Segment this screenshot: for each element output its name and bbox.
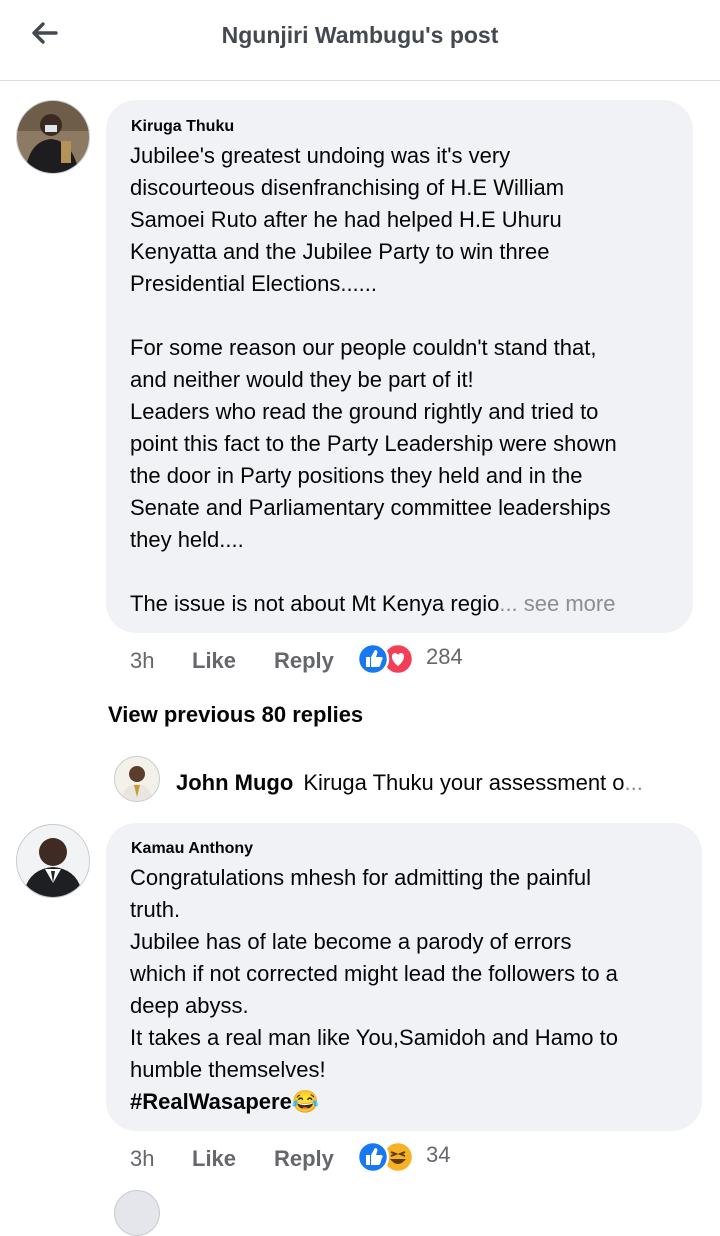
- reply-text: Kiruga Thuku your assessment o: [303, 770, 625, 795]
- comment-body: Congratulations mhesh for admitting the …: [130, 865, 618, 1082]
- comment-body: Jubilee's greatest undoing was it's very…: [130, 143, 617, 616]
- comment-text: Congratulations mhesh for admitting the …: [130, 862, 690, 1118]
- reply-button[interactable]: Reply: [274, 648, 334, 674]
- post-header: Ngunjiri Wambugu's post: [0, 0, 720, 81]
- avatar-kiruga-thuku[interactable]: [16, 100, 90, 174]
- reply-ellipsis: ...: [624, 770, 643, 795]
- comment-time: 3h: [130, 1146, 155, 1171]
- reactions[interactable]: [356, 641, 416, 677]
- avatar-john-mugo[interactable]: [114, 756, 160, 802]
- like-button[interactable]: Like: [192, 1146, 236, 1172]
- reply-author: John Mugo: [176, 770, 294, 795]
- comment-author[interactable]: Kiruga Thuku: [131, 118, 234, 136]
- reply-preview[interactable]: John Mugo Kiruga Thuku your assessment o.…: [176, 770, 643, 796]
- reaction-count: 34: [426, 1142, 451, 1167]
- comment-time: 3h: [130, 648, 155, 673]
- reactions[interactable]: [356, 1139, 416, 1175]
- see-more-link[interactable]: ... see more: [499, 591, 615, 616]
- avatar-kamau-anthony[interactable]: [16, 824, 90, 898]
- hashtag-link[interactable]: #RealWasapere: [130, 1089, 292, 1114]
- view-previous-replies[interactable]: View previous 80 replies: [108, 702, 363, 728]
- laughing-emoji-icon: 😂: [291, 1089, 320, 1114]
- page-title: Ngunjiri Wambugu's post: [221, 22, 499, 48]
- comment-author[interactable]: Kamau Anthony: [131, 840, 253, 858]
- reply-button[interactable]: Reply: [274, 1146, 334, 1172]
- comment-text: Jubilee's greatest undoing was it's very…: [130, 140, 690, 620]
- reaction-count: 284: [426, 644, 463, 669]
- like-button[interactable]: Like: [192, 648, 236, 674]
